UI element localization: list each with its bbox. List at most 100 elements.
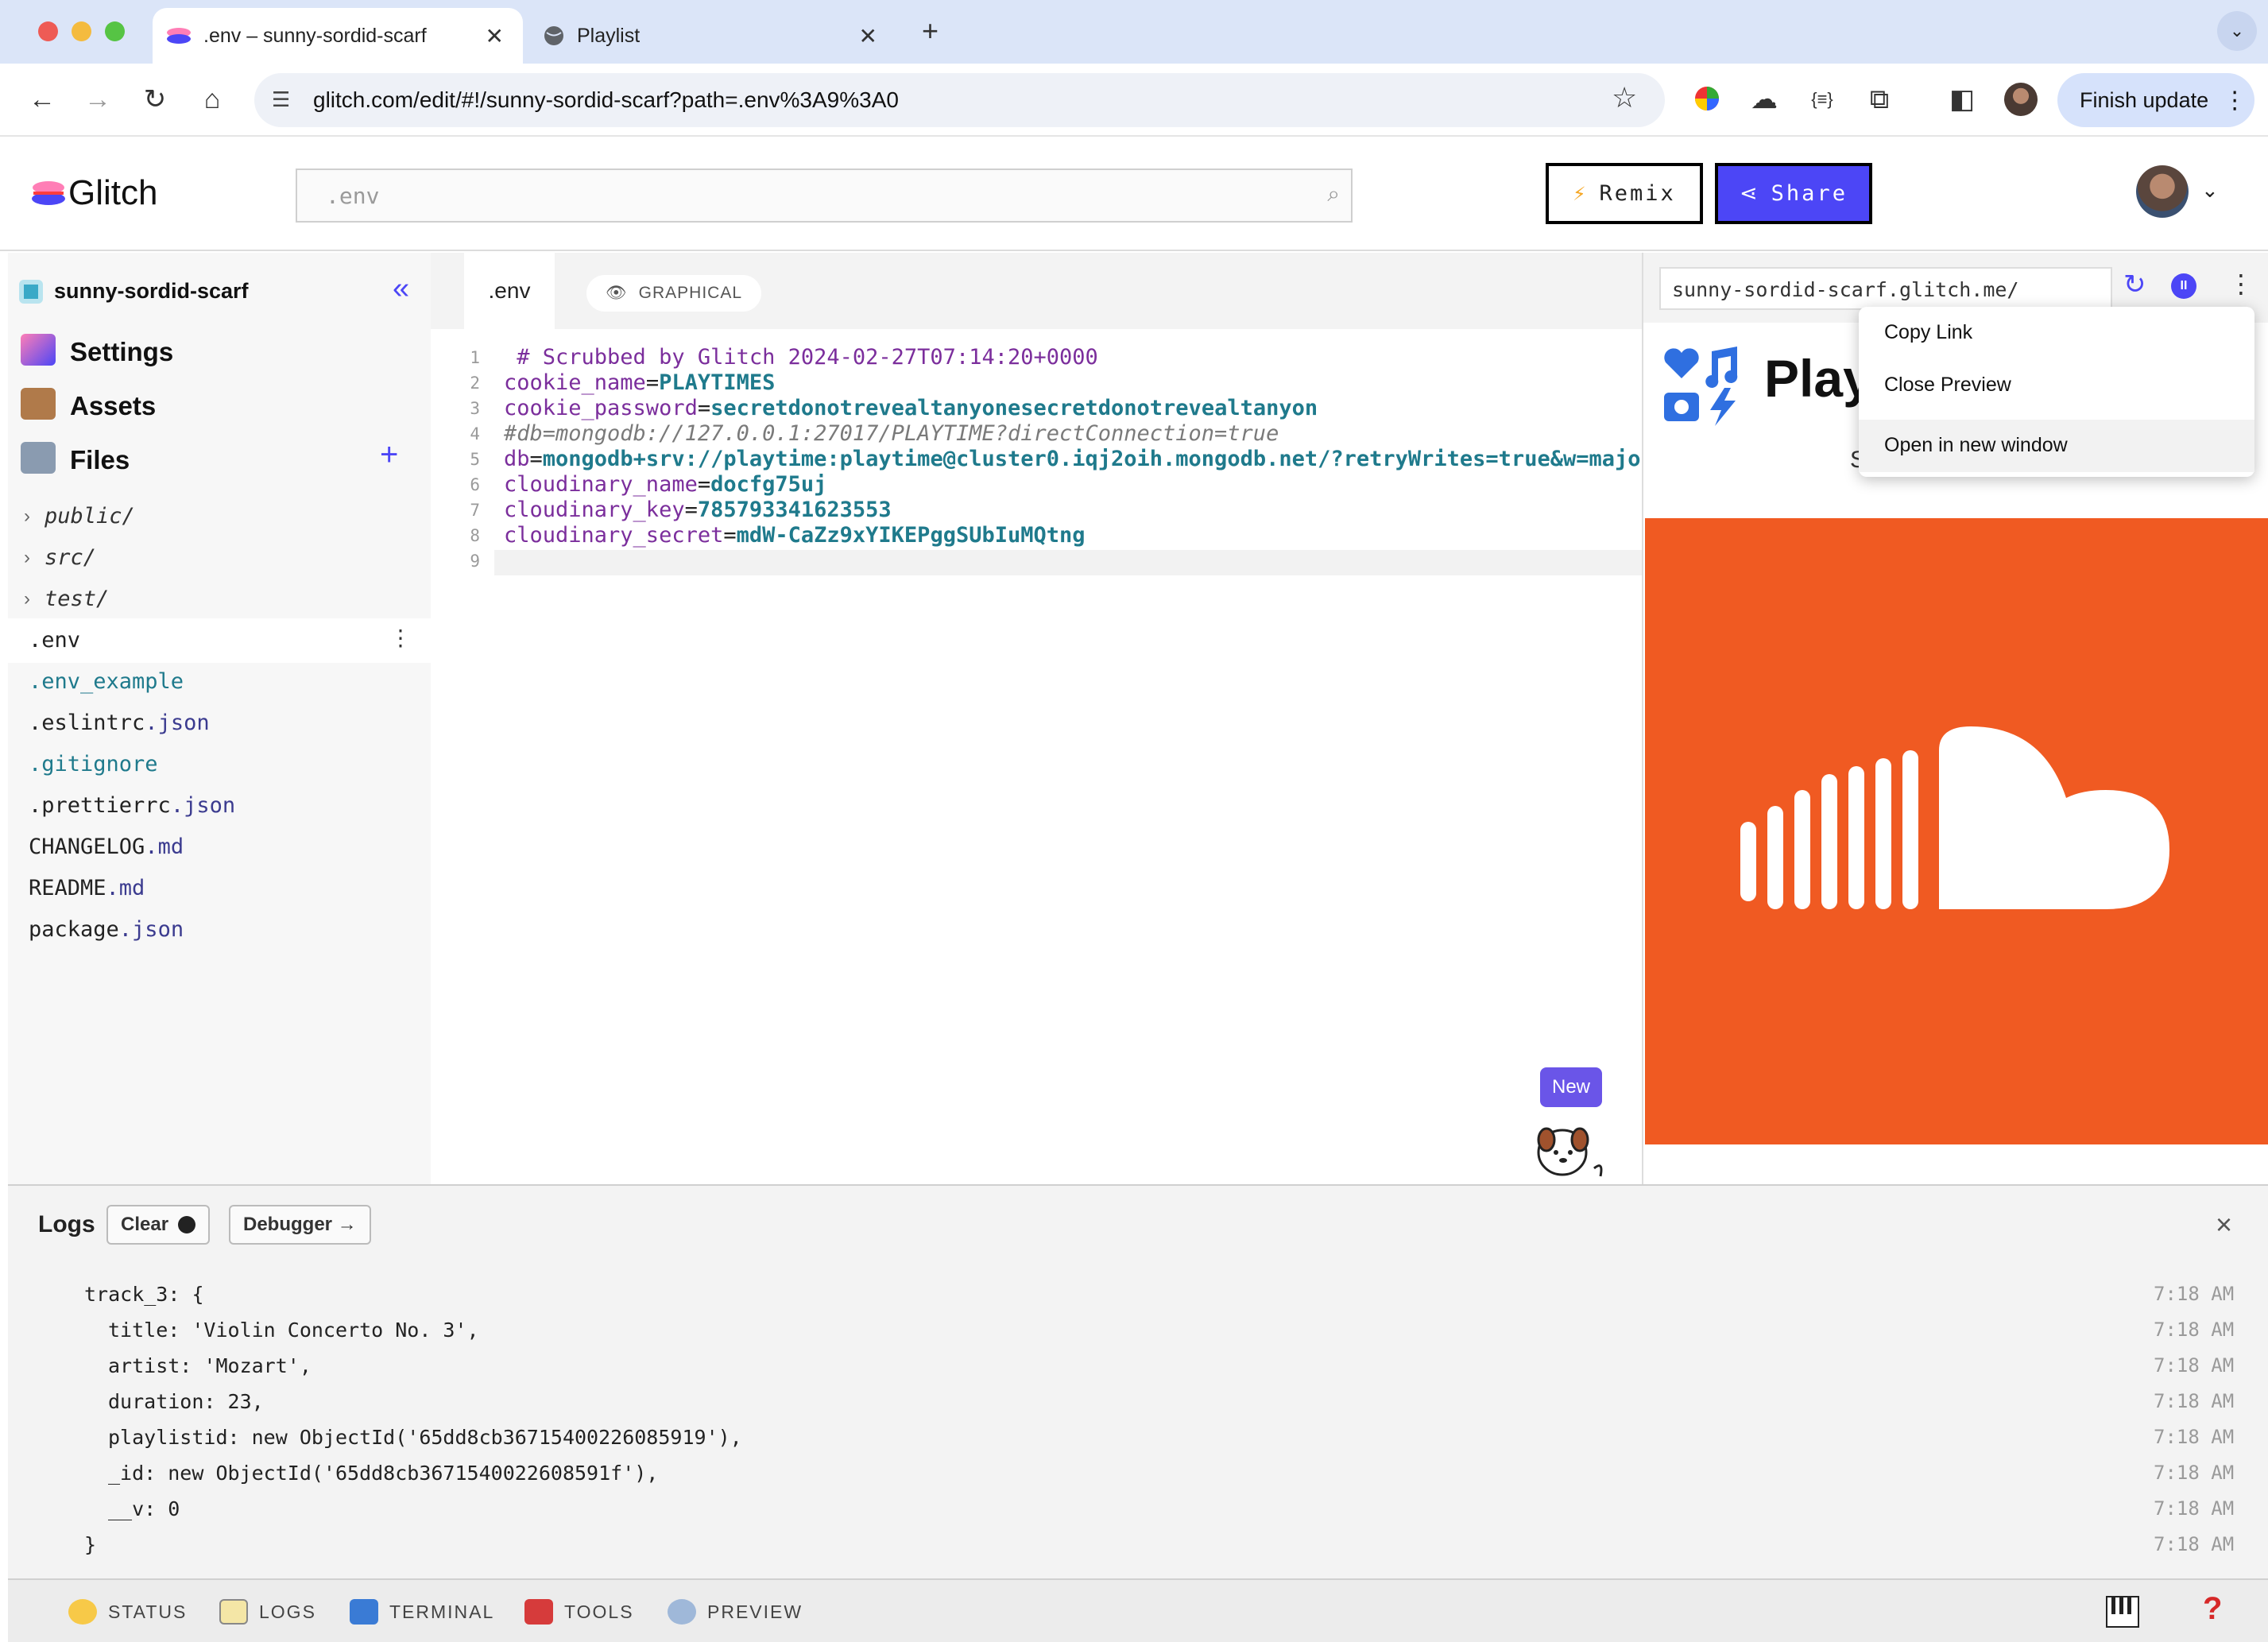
home-icon[interactable]: ⌂ bbox=[192, 79, 232, 119]
line-number: 7 bbox=[470, 501, 480, 520]
chevron-right-icon: › bbox=[24, 547, 30, 568]
code-line: #db=mongodb://127.0.0.1:27017/PLAYTIME?d… bbox=[504, 421, 1279, 446]
debugger-button[interactable]: Debugger → bbox=[229, 1205, 371, 1245]
close-tab-icon[interactable]: ✕ bbox=[859, 23, 877, 49]
soundcloud-banner[interactable] bbox=[1645, 518, 2268, 1144]
soundcloud-logo-icon bbox=[1740, 726, 2169, 909]
file-item[interactable]: .env bbox=[29, 628, 80, 653]
tab-env[interactable]: .env bbox=[464, 253, 555, 329]
log-timestamp: 7:18 AM bbox=[2154, 1497, 2235, 1520]
collapse-sidebar-icon[interactable]: « bbox=[393, 272, 409, 306]
profile-avatar[interactable] bbox=[2004, 83, 2038, 116]
user-avatar[interactable] bbox=[2136, 165, 2189, 218]
menu-item-close-preview[interactable]: Close Preview bbox=[1859, 359, 2254, 412]
file-item[interactable]: .prettierrc.json bbox=[29, 793, 235, 818]
project-name[interactable]: sunny-sordid-scarf bbox=[54, 279, 249, 304]
bottom-status-bar: STATUS LOGS TERMINAL TOOLS PREVIEW ? bbox=[8, 1578, 2268, 1642]
remix-button[interactable]: ⚡ Remix bbox=[1546, 163, 1703, 224]
file-item[interactable]: CHANGELOG.md bbox=[29, 835, 184, 859]
finish-update-label: Finish update bbox=[2080, 87, 2209, 112]
code-editor[interactable]: 1 # Scrubbed by Glitch 2024-02-27T07:14:… bbox=[431, 329, 1642, 1184]
cloud-extension-icon[interactable]: ☁ bbox=[1744, 79, 1784, 119]
glitch-dog-mascot-icon[interactable] bbox=[1527, 1113, 1615, 1184]
new-feature-badge[interactable]: New bbox=[1540, 1067, 1602, 1107]
refresh-preview-icon[interactable]: ↻ bbox=[2123, 269, 2146, 300]
sidebar-item-settings[interactable]: Settings bbox=[70, 337, 173, 367]
graphical-label: GRAPHICAL bbox=[638, 284, 743, 302]
search-icon: ⌕ bbox=[1327, 181, 1340, 206]
eye-icon: 👁 bbox=[605, 284, 628, 302]
extensions-puzzle-icon[interactable]: ⧉ bbox=[1860, 79, 1899, 119]
file-item[interactable]: .env_example bbox=[29, 669, 184, 694]
glitch-logo[interactable]: Glitch bbox=[68, 173, 157, 213]
terminal-label: TERMINAL bbox=[389, 1601, 495, 1622]
back-icon[interactable]: ← bbox=[22, 79, 62, 119]
folder-item[interactable]: src/ bbox=[45, 545, 96, 570]
preview-button[interactable]: PREVIEW bbox=[668, 1599, 803, 1625]
files-cabinet-icon bbox=[21, 442, 56, 474]
json-extension-icon[interactable]: {≡} bbox=[1802, 79, 1842, 119]
address-bar[interactable]: ☰ glitch.com/edit/#!/sunny-sordid-scarf?… bbox=[254, 73, 1665, 127]
project-avatar-icon bbox=[19, 280, 43, 304]
minimize-window-icon[interactable] bbox=[72, 21, 91, 41]
line-number: 9 bbox=[470, 552, 480, 571]
tools-button[interactable]: TOOLS bbox=[524, 1599, 634, 1625]
chrome-menu-icon[interactable]: ⋮ bbox=[2223, 87, 2247, 114]
new-tab-button[interactable]: + bbox=[922, 14, 939, 48]
log-line: title: 'Violin Concerto No. 3', bbox=[108, 1319, 479, 1342]
line-number: 5 bbox=[470, 450, 480, 469]
maximize-window-icon[interactable] bbox=[105, 21, 125, 41]
logs-button[interactable]: LOGS bbox=[219, 1599, 316, 1625]
forward-icon[interactable]: → bbox=[78, 79, 118, 119]
more-options-icon[interactable]: ⋮ bbox=[2228, 269, 2254, 299]
close-logs-icon[interactable]: × bbox=[2216, 1208, 2232, 1241]
add-file-button[interactable]: + bbox=[380, 437, 398, 473]
debugger-label: Debugger → bbox=[243, 1214, 357, 1235]
file-item[interactable]: .gitignore bbox=[29, 752, 158, 776]
close-tab-icon[interactable]: ✕ bbox=[486, 23, 504, 49]
browser-toolbar: ← → ↻ ⌂ ☰ glitch.com/edit/#!/sunny-sordi… bbox=[0, 64, 2268, 137]
finish-update-button[interactable]: Finish update ⋮ bbox=[2057, 73, 2254, 127]
terminal-button[interactable]: TERMINAL bbox=[350, 1599, 494, 1625]
line-number: 3 bbox=[470, 399, 480, 418]
preview-url-field[interactable]: sunny-sordid-scarf.glitch.me/ bbox=[1659, 267, 2112, 310]
log-line: track_3: { bbox=[84, 1283, 204, 1306]
file-options-icon[interactable]: ⋮ bbox=[389, 625, 412, 651]
file-item[interactable]: .eslintrc.json bbox=[29, 711, 210, 735]
menu-item-open-new-window[interactable]: Open in new window bbox=[1859, 420, 2254, 472]
graphical-toggle-button[interactable]: 👁 GRAPHICAL bbox=[586, 275, 761, 312]
reload-icon[interactable]: ↻ bbox=[135, 79, 175, 119]
lightning-icon: ⚡ bbox=[1573, 181, 1589, 206]
folder-item[interactable]: test/ bbox=[45, 587, 109, 611]
help-button[interactable]: ? bbox=[2203, 1591, 2222, 1627]
side-panel-icon[interactable]: ◧ bbox=[1942, 79, 1982, 119]
tab-search-chevron-icon[interactable]: ⌄ bbox=[2217, 11, 2257, 51]
pause-icon[interactable]: II bbox=[2171, 273, 2196, 299]
share-button[interactable]: ⋖ Share bbox=[1715, 163, 1872, 224]
folder-item[interactable]: public/ bbox=[45, 504, 135, 529]
remix-label: Remix bbox=[1599, 181, 1676, 206]
file-item[interactable]: package.json bbox=[29, 917, 184, 942]
chevron-down-icon[interactable]: ⌄ bbox=[2201, 178, 2219, 203]
glitch-logo-icon[interactable] bbox=[30, 178, 67, 210]
preview-label: PREVIEW bbox=[707, 1601, 803, 1622]
menu-item-copy-link[interactable]: Copy Link bbox=[1859, 307, 2254, 359]
piano-keyboard-icon[interactable] bbox=[2106, 1596, 2139, 1628]
browser-tab-playlist[interactable]: Playlist ✕ bbox=[531, 8, 896, 64]
close-window-icon[interactable] bbox=[38, 21, 58, 41]
log-line: __v: 0 bbox=[108, 1497, 180, 1520]
search-input[interactable]: .env ⌕ bbox=[296, 168, 1353, 223]
bookmark-star-icon[interactable]: ☆ bbox=[1612, 81, 1637, 114]
status-button[interactable]: STATUS bbox=[68, 1599, 187, 1625]
sidebar-item-assets[interactable]: Assets bbox=[70, 391, 156, 421]
sidebar-item-files[interactable]: Files bbox=[70, 445, 130, 475]
site-settings-icon[interactable]: ☰ bbox=[272, 87, 290, 112]
color-extension-icon[interactable] bbox=[1693, 84, 1721, 113]
tab-label: .env bbox=[488, 278, 531, 303]
clear-logs-button[interactable]: Clear bbox=[106, 1205, 211, 1245]
magnifier-icon bbox=[668, 1599, 696, 1625]
file-item[interactable]: README.md bbox=[29, 876, 145, 900]
browser-tab-env[interactable]: .env – sunny-sordid-scarf ✕ bbox=[153, 8, 523, 64]
code-line: cloudinary_secret=mdW-CaZz9xYIKEPggSUbIu… bbox=[504, 523, 1086, 548]
playlist-app-logo-icon bbox=[1664, 347, 1738, 426]
